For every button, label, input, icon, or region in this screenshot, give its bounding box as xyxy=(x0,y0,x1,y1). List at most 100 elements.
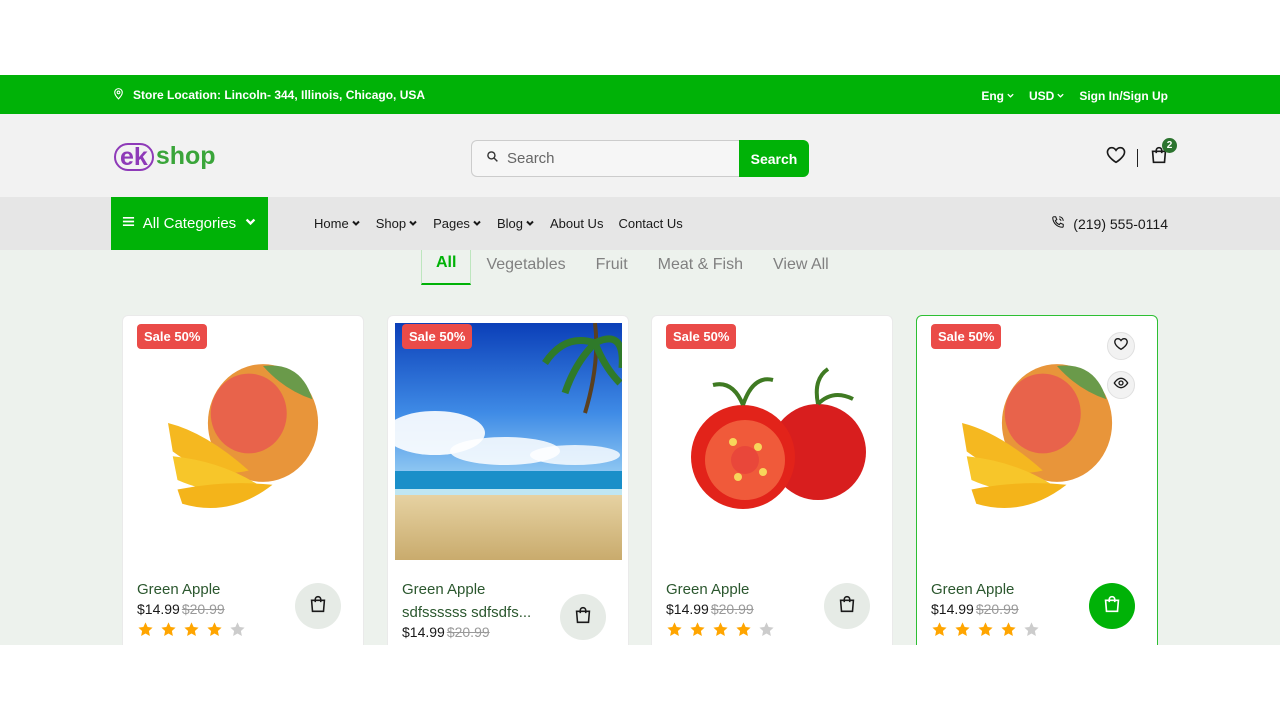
quick-view-button[interactable] xyxy=(1107,371,1135,399)
chevron-down-icon xyxy=(472,216,482,231)
page: Store Location: Lincoln- 344, Illinois, … xyxy=(0,0,1280,720)
old-price: $20.99 xyxy=(975,601,1019,617)
product-name[interactable]: Green Apple sdfssssss sdfsdfs... xyxy=(402,578,552,624)
currency-label: USD xyxy=(1028,88,1055,103)
rating-stars xyxy=(137,621,246,643)
product-price: $14.99 $20.99 xyxy=(137,601,225,617)
product-image-beach[interactable] xyxy=(395,323,622,560)
star-filled-icon xyxy=(931,621,948,643)
current-price: $14.99 xyxy=(137,601,180,617)
search-icon xyxy=(486,150,499,168)
header: ek shop Search 2 xyxy=(0,114,1280,197)
cart-count-badge: 2 xyxy=(1162,138,1177,153)
search-input[interactable] xyxy=(507,150,707,167)
product-name[interactable]: Green Apple xyxy=(931,578,1081,601)
rating-stars xyxy=(931,621,1040,643)
product-image-tomato[interactable] xyxy=(659,323,886,560)
all-categories-button[interactable]: All Categories xyxy=(111,197,268,250)
cart-button[interactable]: 2 xyxy=(1148,138,1177,171)
wishlist-button[interactable] xyxy=(1107,332,1135,360)
star-filled-icon xyxy=(137,621,154,643)
product-card[interactable]: Sale 50% Green Apple $14.99 $20.99 xyxy=(651,315,893,645)
search-box xyxy=(471,140,739,177)
star-filled-icon xyxy=(954,621,971,643)
top-bar: Store Location: Lincoln- 344, Illinois, … xyxy=(0,75,1280,114)
nav-menu: Home Shop Pages Blog About Us Contact Us xyxy=(314,197,683,250)
chevron-down-icon xyxy=(525,216,535,231)
rating-stars xyxy=(666,621,775,643)
phone-number: (219) 555-0114 xyxy=(1073,215,1168,232)
nav-item-label: About Us xyxy=(549,216,604,231)
product-card[interactable]: Sale 50% Green Apple $14.99 $20.99 xyxy=(916,315,1158,645)
main-nav: All Categories Home Shop Pages Blog About Us… xyxy=(0,197,1280,250)
tab-all[interactable]: All xyxy=(421,250,472,285)
star-filled-icon xyxy=(1000,621,1017,643)
currency-select[interactable]: USD xyxy=(1029,89,1065,103)
product-card[interactable]: Sale 50% Green Apple sdfssssss sdfsdfs..… xyxy=(387,315,629,645)
tab-meat-fish[interactable]: Meat & Fish xyxy=(643,250,758,285)
star-filled-icon xyxy=(712,621,729,643)
product-name[interactable]: Green Apple xyxy=(137,578,287,601)
chevron-down-icon xyxy=(1006,89,1015,103)
product-section: All Vegetables Fruit Meat & Fish View All Sa… xyxy=(0,250,1280,645)
phone-icon xyxy=(1051,215,1065,232)
logo-shop: shop xyxy=(155,142,216,170)
star-filled-icon xyxy=(666,621,683,643)
chevron-down-icon xyxy=(244,215,257,232)
shopping-bag-icon xyxy=(1148,146,1170,170)
phone-contact[interactable]: (219) 555-0114 xyxy=(1051,197,1168,250)
language-select[interactable]: Eng xyxy=(981,89,1015,103)
nav-item-home[interactable]: Home xyxy=(314,216,361,231)
nav-item-pages[interactable]: Pages xyxy=(433,216,482,231)
nav-item-label: Shop xyxy=(375,216,407,231)
current-price: $14.99 xyxy=(931,601,974,617)
nav-item-about-us[interactable]: About Us xyxy=(550,216,603,231)
shopping-bag-icon xyxy=(1101,593,1123,620)
product-card[interactable]: Sale 50% Green Apple $14.99 $20.99 xyxy=(122,315,364,645)
sale-badge: Sale 50% xyxy=(137,324,208,349)
add-to-cart-button[interactable] xyxy=(824,583,870,629)
language-label: Eng xyxy=(981,88,1004,103)
star-filled-icon xyxy=(977,621,994,643)
map-pin-icon xyxy=(112,87,125,103)
product-price: $14.99 $20.99 xyxy=(931,601,1019,617)
sign-in-link[interactable]: Sign In/Sign Up xyxy=(1079,89,1168,103)
nav-item-blog[interactable]: Blog xyxy=(497,216,535,231)
search-button[interactable]: Search xyxy=(739,140,809,177)
all-categories-label: All Categories xyxy=(142,215,237,232)
search-bar: Search xyxy=(471,140,809,177)
star-empty-icon xyxy=(229,621,246,643)
nav-item-label: Contact Us xyxy=(618,216,683,231)
store-location: Store Location: Lincoln- 344, Illinois, … xyxy=(112,75,425,114)
tab-fruit[interactable]: Fruit xyxy=(581,250,643,285)
logo[interactable]: ek shop xyxy=(114,142,216,171)
add-to-cart-button[interactable] xyxy=(1089,583,1135,629)
tab-view-all[interactable]: View All xyxy=(758,250,844,285)
chevron-down-icon xyxy=(351,216,361,231)
add-to-cart-button[interactable] xyxy=(295,583,341,629)
current-price: $14.99 xyxy=(666,601,709,617)
product-price: $14.99 $20.99 xyxy=(402,624,490,640)
heart-icon xyxy=(1113,336,1129,357)
star-filled-icon xyxy=(206,621,223,643)
header-divider xyxy=(1136,148,1138,167)
shopping-bag-icon xyxy=(836,593,858,620)
star-filled-icon xyxy=(183,621,200,643)
star-filled-icon xyxy=(735,621,752,643)
nav-item-label: Pages xyxy=(433,216,470,231)
shopping-bag-icon xyxy=(572,604,594,631)
nav-item-contact-us[interactable]: Contact Us xyxy=(618,216,682,231)
category-tabs: All Vegetables Fruit Meat & Fish View All xyxy=(421,250,844,285)
wishlist-icon[interactable] xyxy=(1105,144,1127,171)
nav-item-shop[interactable]: Shop xyxy=(376,216,418,231)
product-image-mango[interactable] xyxy=(130,323,357,560)
star-empty-icon xyxy=(1023,621,1040,643)
nav-item-label: Home xyxy=(314,216,349,231)
product-name[interactable]: Green Apple xyxy=(666,578,816,601)
nav-item-label: Blog xyxy=(496,216,523,231)
star-filled-icon xyxy=(160,621,177,643)
add-to-cart-button[interactable] xyxy=(560,594,606,640)
old-price: $20.99 xyxy=(446,624,490,640)
tab-vegetables[interactable]: Vegetables xyxy=(471,250,580,285)
logo-ek: ek xyxy=(114,142,154,171)
